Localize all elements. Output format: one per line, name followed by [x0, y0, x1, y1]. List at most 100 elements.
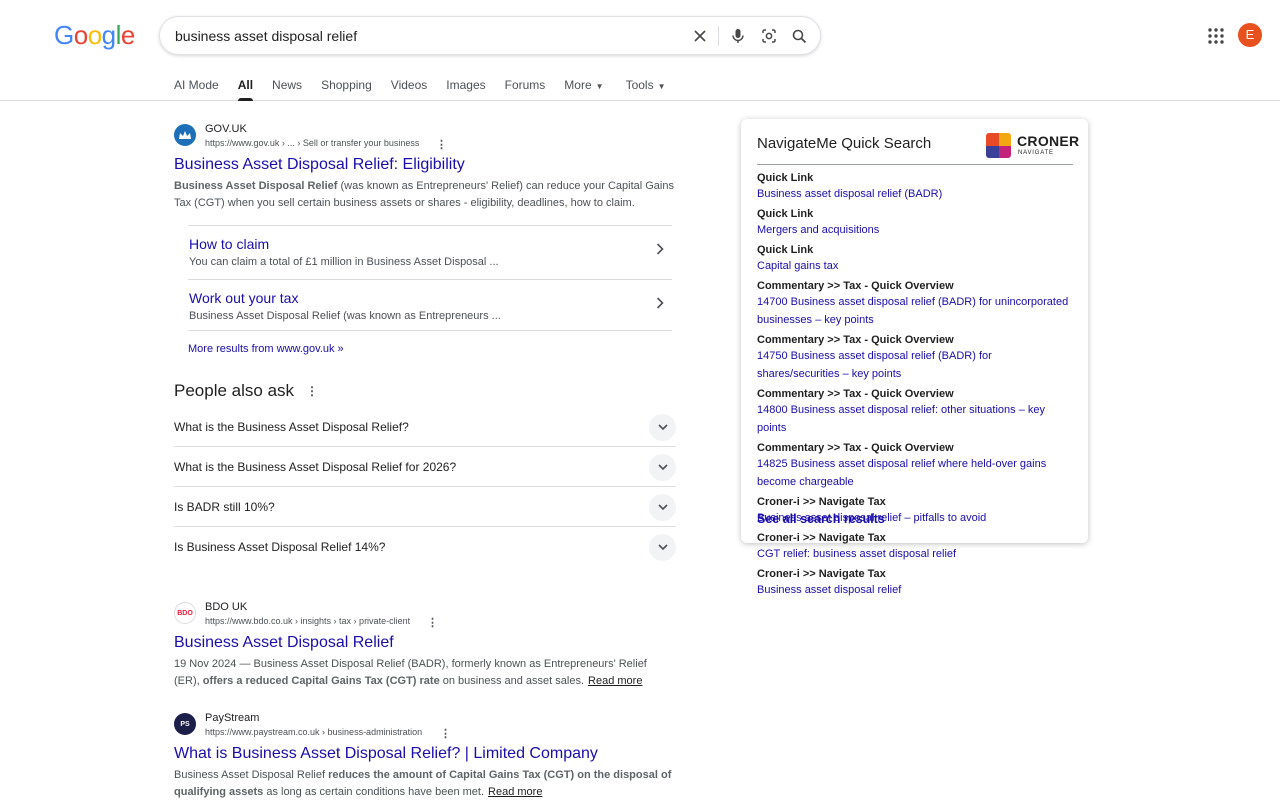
panel-item-link[interactable]: 14750 Business asset disposal relief (BA… [757, 350, 992, 380]
clear-icon[interactable] [689, 25, 711, 47]
panel-item-category: Commentary >> Tax - Quick Overview [757, 334, 954, 346]
tab-ai-mode[interactable]: AI Mode [174, 77, 219, 101]
panel-item-link[interactable]: 14825 Business asset disposal relief whe… [757, 458, 1046, 488]
panel-item-link[interactable]: CGT relief: business asset disposal reli… [757, 548, 956, 560]
tab-tools[interactable]: Tools ▼ [626, 77, 666, 101]
see-all-results-link[interactable]: See all search results [757, 512, 885, 526]
chevron-down-icon[interactable] [649, 414, 676, 441]
panel-item-link[interactable]: 14700 Business asset disposal relief (BA… [757, 296, 1068, 326]
tab-all[interactable]: All [237, 77, 254, 101]
read-more-link[interactable]: Read more [488, 786, 542, 798]
paa-question-text: Is Business Asset Disposal Relief 14%? [174, 540, 386, 554]
panel-item-link[interactable]: Business asset disposal relief (BADR) [757, 188, 942, 200]
panel-item-link[interactable]: Capital gains tax [757, 260, 838, 272]
panel-title: NavigateMe Quick Search [757, 135, 932, 152]
more-options-icon[interactable]: ⋮ [306, 384, 318, 398]
panel-item-category: Commentary >> Tax - Quick Overview [757, 442, 954, 454]
more-options-icon[interactable]: ⋮ [436, 138, 447, 151]
header: Google business asset disposal relief E … [0, 0, 1280, 101]
tab-news[interactable]: News [272, 77, 302, 101]
search-box[interactable]: business asset disposal relief [159, 16, 821, 55]
more-options-icon[interactable]: ⋮ [440, 727, 451, 740]
panel-item-category: Quick Link [757, 208, 814, 220]
panel-item-link[interactable]: Business asset disposal relief [757, 584, 901, 596]
chevron-down-icon[interactable] [649, 494, 676, 521]
navigateme-panel: NavigateMe Quick Search CRONER NAVIGATE … [741, 119, 1088, 596]
result-snippet: 19 Nov 2024 — Business Asset Disposal Re… [174, 656, 674, 690]
sitelink-title[interactable]: Work out your tax [189, 290, 298, 306]
snippet-bold: offers a reduced Capital Gains Tax (CGT)… [202, 675, 440, 687]
paa-question[interactable]: Is BADR still 10%? [174, 487, 676, 527]
sitelink[interactable]: How to claim You can claim a total of £1… [188, 225, 672, 279]
panel-item-link[interactable]: 14800 Business asset disposal relief: ot… [757, 404, 1045, 434]
chevron-down-icon[interactable] [649, 454, 676, 481]
logo-letter: o [73, 20, 88, 50]
croner-logo-icon [986, 133, 1011, 158]
result-snippet: Business Asset Disposal Relief (was know… [174, 178, 674, 212]
more-results-link[interactable]: More results from www.gov.uk » [188, 343, 344, 355]
result-source[interactable]: BDO BDO UK https://www.bdo.co.uk › insig… [174, 601, 674, 632]
result-title[interactable]: Business Asset Disposal Relief: Eligibil… [174, 156, 674, 174]
search-input[interactable]: business asset disposal relief [175, 28, 357, 44]
panel-list: Quick Link Business asset disposal relief… [757, 172, 1075, 604]
site-name: PayStream [205, 712, 260, 724]
search-result: GOV.UK https://www.gov.uk › ... › Sell o… [174, 123, 674, 212]
result-source[interactable]: GOV.UK https://www.gov.uk › ... › Sell o… [174, 123, 674, 154]
logo-letter: g [101, 20, 116, 50]
snippet-text: on business and asset sales. [439, 675, 585, 687]
panel-item-category: Croner-i >> Navigate Tax [757, 496, 886, 508]
chevron-right-icon [656, 296, 664, 312]
panel-item-category: Croner-i >> Navigate Tax [757, 568, 886, 580]
result-title[interactable]: Business Asset Disposal Relief [174, 634, 674, 652]
paystream-logo-icon: PS [174, 713, 196, 735]
search-divider [718, 26, 719, 46]
paa-question-text: What is the Business Asset Disposal Reli… [174, 460, 457, 474]
google-logo[interactable]: Google [54, 20, 135, 51]
tab-shopping[interactable]: Shopping [321, 77, 372, 101]
caret-down-icon: ▼ [595, 82, 604, 91]
paa-title: People also ask [174, 381, 295, 400]
sitelink[interactable]: Work out your tax Business Asset Disposa… [188, 279, 672, 331]
search-icon[interactable] [788, 25, 810, 47]
search-result: PS PayStream https://www.paystream.co.uk… [174, 712, 674, 801]
sitelink-title[interactable]: How to claim [189, 236, 269, 252]
sitelinks: How to claim You can claim a total of £1… [188, 225, 672, 331]
panel-item-category: Quick Link [757, 244, 814, 256]
more-options-icon[interactable]: ⋮ [427, 616, 438, 629]
snippet-text: Business Asset Disposal Relief [174, 769, 329, 781]
site-url: https://www.gov.uk › ... › Sell or trans… [205, 138, 420, 148]
paa-question[interactable]: What is the Business Asset Disposal Reli… [174, 407, 676, 447]
tab-more[interactable]: More ▼ [564, 77, 603, 101]
snippet-bold: Business Asset Disposal Relief [174, 180, 338, 192]
paa-question[interactable]: What is the Business Asset Disposal Reli… [174, 447, 676, 487]
site-name: BDO UK [205, 601, 248, 613]
apps-icon[interactable] [1206, 26, 1226, 46]
chevron-down-icon[interactable] [649, 534, 676, 561]
mic-icon[interactable] [727, 25, 749, 47]
logo-letter: o [87, 20, 102, 50]
panel-divider [757, 164, 1073, 165]
avatar[interactable]: E [1238, 23, 1262, 47]
tab-forums[interactable]: Forums [505, 77, 546, 101]
result-title[interactable]: What is Business Asset Disposal Relief? … [174, 745, 674, 763]
croner-brand-sub: NAVIGATE [1018, 150, 1054, 156]
sitelink-desc: Business Asset Disposal Relief (was know… [189, 310, 501, 322]
panel-item-category: Quick Link [757, 172, 814, 184]
paa-question-text: What is the Business Asset Disposal Reli… [174, 420, 409, 434]
snippet-text: as long as certain conditions have been … [263, 786, 485, 798]
crown-icon [174, 124, 196, 146]
search-tabs: AI Mode All News Shopping Videos Images … [174, 77, 685, 101]
search-result: BDO BDO UK https://www.bdo.co.uk › insig… [174, 601, 674, 690]
panel-item-link[interactable]: Mergers and acquisitions [757, 224, 879, 236]
result-source[interactable]: PS PayStream https://www.paystream.co.uk… [174, 712, 674, 743]
result-snippet: Business Asset Disposal Relief reduces t… [174, 767, 674, 801]
read-more-link[interactable]: Read more [588, 675, 642, 687]
panel-item: Commentary >> Tax - Quick Overview 14800 … [757, 388, 1075, 436]
paa-question-text: Is BADR still 10%? [174, 500, 275, 514]
tab-images[interactable]: Images [446, 77, 485, 101]
paa-question[interactable]: Is Business Asset Disposal Relief 14%? [174, 527, 676, 567]
site-url: https://www.bdo.co.uk › insights › tax ›… [205, 616, 411, 626]
tab-videos[interactable]: Videos [391, 77, 427, 101]
lens-icon[interactable] [758, 25, 780, 47]
site-url: https://www.paystream.co.uk › business-a… [205, 727, 423, 737]
